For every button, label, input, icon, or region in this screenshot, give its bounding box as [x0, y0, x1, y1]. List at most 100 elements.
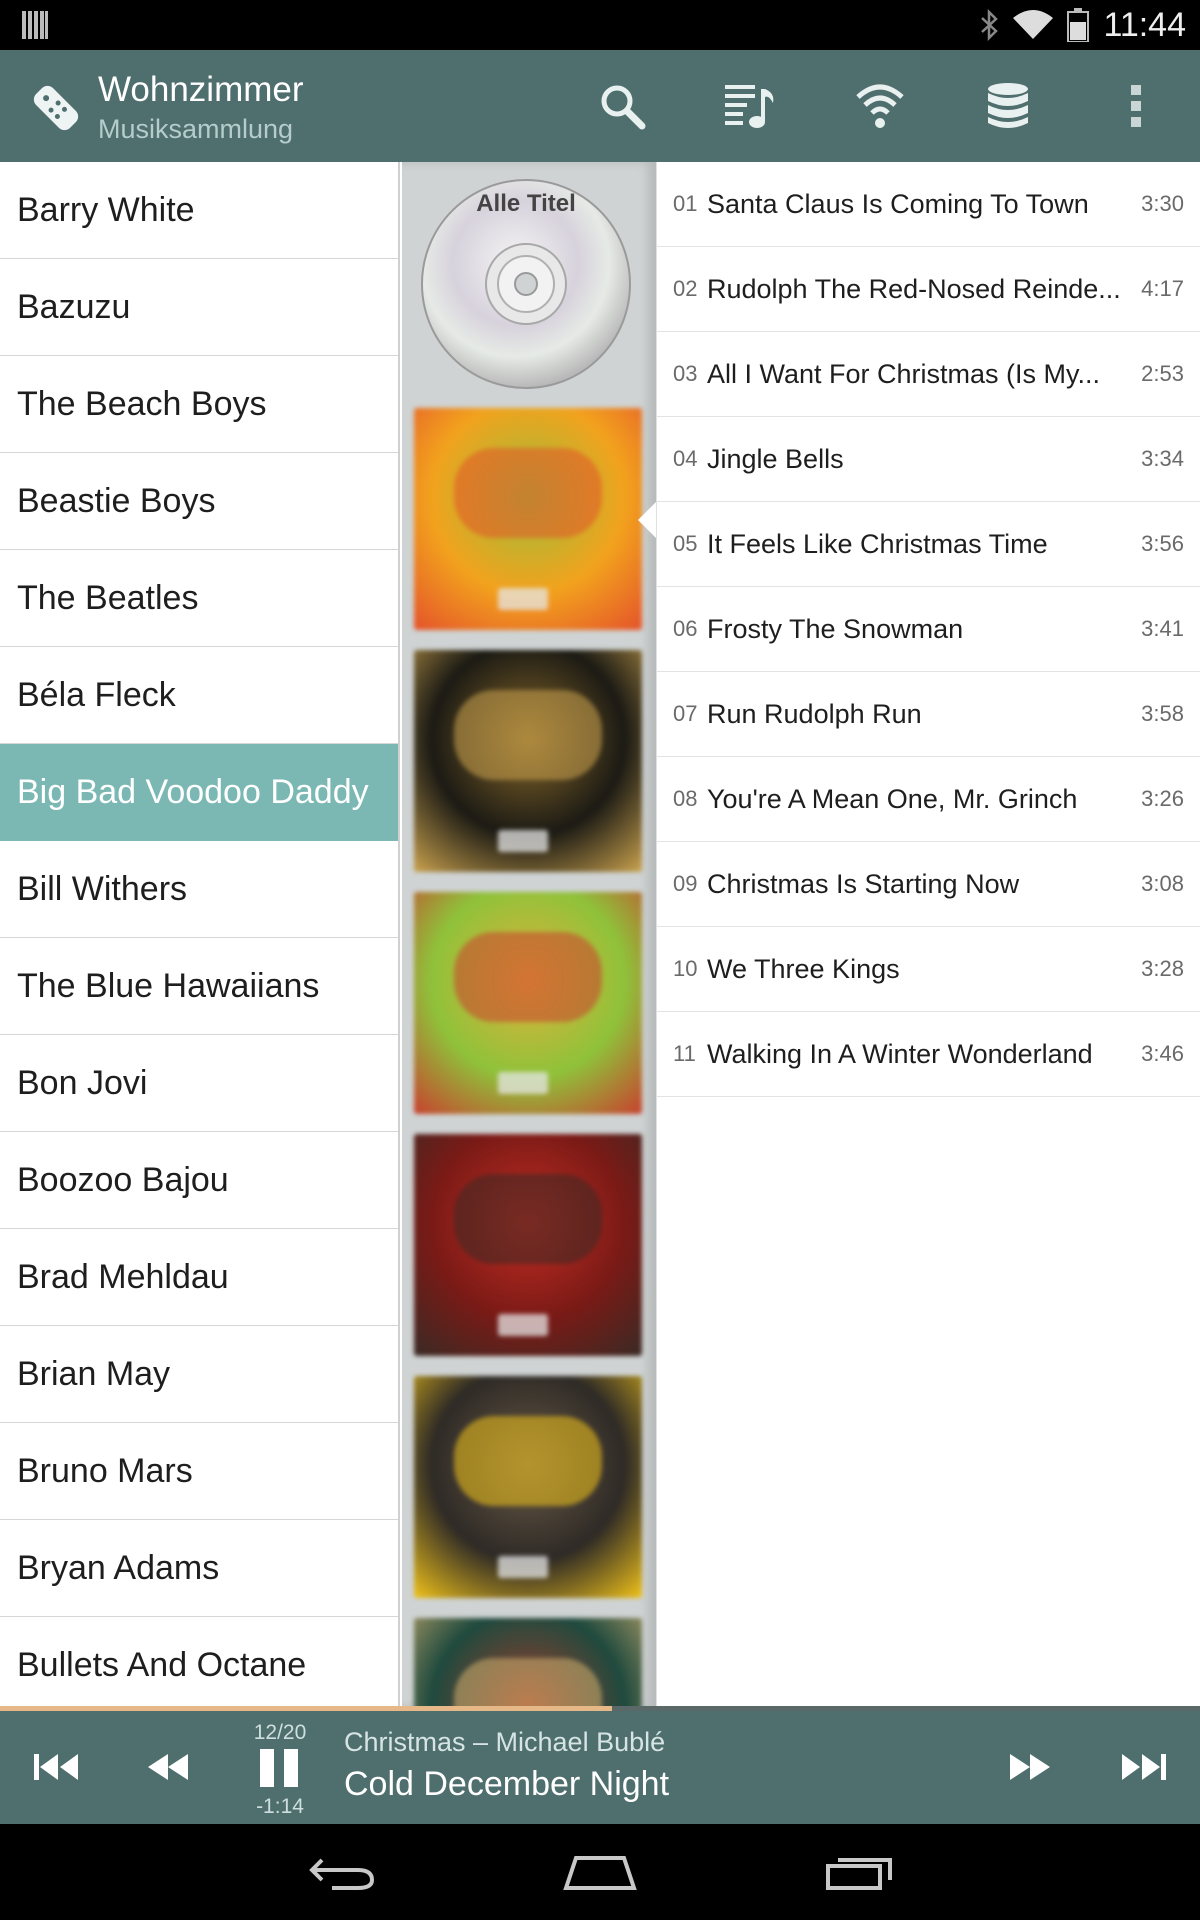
overflow-menu-button[interactable]: [1108, 78, 1164, 134]
track-title: Jingle Bells: [707, 443, 844, 474]
track-row[interactable]: 04 Jingle Bells 3:34: [657, 417, 1200, 502]
artist-item[interactable]: Bryan Adams: [0, 1520, 398, 1617]
skip-previous-button[interactable]: [26, 1739, 86, 1795]
app-title: Wohnzimmer: [98, 70, 304, 109]
artist-name: Brian May: [17, 1354, 171, 1393]
track-list[interactable]: 01 Santa Claus Is Coming To Town 3:30 02 Rud…: [656, 162, 1200, 1708]
track-duration: 3:30: [1141, 191, 1184, 216]
back-button[interactable]: [298, 1844, 388, 1900]
track-title: We Three Kings: [707, 953, 900, 984]
back-icon: [309, 1858, 375, 1890]
album-cover[interactable]: [414, 650, 642, 872]
wifi-button[interactable]: [852, 78, 908, 134]
pause-icon[interactable]: [256, 1747, 304, 1789]
artist-name: The Blue Hawaiians: [17, 966, 320, 1005]
artist-name: Barry White: [17, 190, 195, 229]
artist-item[interactable]: Beastie Boys: [0, 453, 398, 550]
artist-item[interactable]: Bon Jovi: [0, 1035, 398, 1132]
track-row[interactable]: 03 All I Want For Christmas (Is My... 2:53: [657, 332, 1200, 417]
track-number: 07: [673, 701, 698, 726]
all-titles-disc[interactable]: Alle Titel: [416, 170, 636, 390]
track-number: 11: [673, 1041, 696, 1066]
time-remaining: -1:14: [256, 1795, 304, 1818]
album-cover[interactable]: [414, 408, 642, 630]
artist-item[interactable]: Bill Withers: [0, 841, 398, 938]
track-title: Rudolph The Red-Nosed Reinde...: [707, 273, 1121, 304]
artist-name: Bryan Adams: [17, 1548, 220, 1587]
track-number: 03: [673, 361, 698, 386]
recents-icon: [826, 1858, 892, 1890]
track-row[interactable]: 07 Run Rudolph Run 3:58: [657, 672, 1200, 757]
artist-item[interactable]: Bazuzu: [0, 259, 398, 356]
artist-item[interactable]: Béla Fleck: [0, 647, 398, 744]
artist-item[interactable]: Barry White: [0, 162, 398, 259]
home-button[interactable]: [555, 1844, 645, 1900]
artist-name: Brad Mehldau: [17, 1257, 229, 1296]
track-duration: 3:08: [1141, 871, 1184, 896]
track-row[interactable]: 11 Walking In A Winter Wonderland 3:46: [657, 1012, 1200, 1097]
artist-item[interactable]: Bruno Mars: [0, 1423, 398, 1520]
track-title: Run Rudolph Run: [707, 698, 922, 729]
artist-name: Bullets And Octane: [17, 1645, 307, 1684]
track-row[interactable]: 01 Santa Claus Is Coming To Town 3:30: [657, 162, 1200, 247]
album-cover[interactable]: [414, 1618, 642, 1708]
track-number: 08: [673, 786, 698, 811]
library-button[interactable]: [980, 78, 1036, 134]
all-titles-label: Alle Titel: [476, 190, 576, 217]
now-playing-title: Cold December Night: [344, 1765, 670, 1803]
artist-item[interactable]: Big Bad Voodoo Daddy: [0, 744, 398, 841]
album-cover[interactable]: [414, 1376, 642, 1598]
track-row[interactable]: 10 We Three Kings 3:28: [657, 927, 1200, 1012]
home-icon: [563, 1856, 637, 1890]
album-cover[interactable]: [414, 892, 642, 1114]
track-row[interactable]: 05 It Feels Like Christmas Time 3:56: [657, 502, 1200, 587]
selection-pointer: [638, 500, 658, 540]
track-number: 10: [673, 956, 698, 981]
wifi-signal-icon: [1013, 10, 1054, 39]
artist-name: Boozoo Bajou: [17, 1160, 229, 1199]
search-button[interactable]: [594, 78, 650, 134]
app-subtitle: Musiksammlung: [98, 114, 294, 144]
track-duration: 3:56: [1141, 531, 1184, 556]
now-playing-album: Christmas – Michael Bublé: [344, 1727, 666, 1757]
artist-item[interactable]: Bullets And Octane: [0, 1617, 398, 1708]
artist-item[interactable]: The Beach Boys: [0, 356, 398, 453]
remote-icon[interactable]: [28, 80, 84, 136]
status-bar: 11:44: [0, 0, 1200, 50]
artist-item[interactable]: The Blue Hawaiians: [0, 938, 398, 1035]
system-nav-bar: [0, 1824, 1200, 1920]
rewind-icon: [148, 1754, 188, 1780]
track-row[interactable]: 06 Frosty The Snowman 3:41: [657, 587, 1200, 672]
artist-item[interactable]: The Beatles: [0, 550, 398, 647]
skip-previous-icon: [34, 1754, 78, 1780]
artist-item[interactable]: Brad Mehldau: [0, 1229, 398, 1326]
app-bar: Wohnzimmer Musiksammlung: [0, 50, 1200, 162]
track-row[interactable]: 08 You're A Mean One, Mr. Grinch 3:26: [657, 757, 1200, 842]
notification-icon: [22, 11, 48, 39]
fast-forward-icon: [1010, 1754, 1050, 1780]
artist-item[interactable]: Brian May: [0, 1326, 398, 1423]
track-number: 09: [673, 871, 698, 896]
recents-button[interactable]: [814, 1844, 904, 1900]
album-cover[interactable]: [414, 1134, 642, 1356]
queue-music-icon: [725, 85, 774, 128]
artist-name: Bill Withers: [17, 869, 188, 908]
track-duration: 3:28: [1141, 956, 1184, 981]
wifi-icon: [856, 84, 904, 128]
artist-name: The Beatles: [17, 578, 199, 617]
database-icon: [988, 83, 1028, 128]
queue-button[interactable]: [722, 78, 778, 134]
artist-list[interactable]: Barry White Bazuzu The Beach Boys Beastie B…: [0, 162, 400, 1708]
track-row[interactable]: 02 Rudolph The Red-Nosed Reinde... 4:17: [657, 247, 1200, 332]
artist-name: Beastie Boys: [17, 481, 216, 520]
fast-forward-button[interactable]: [1000, 1739, 1060, 1795]
rewind-button[interactable]: [138, 1739, 198, 1795]
track-title: Walking In A Winter Wonderland: [707, 1038, 1093, 1069]
track-number: 05: [673, 531, 698, 556]
track-row[interactable]: 09 Christmas Is Starting Now 3:08: [657, 842, 1200, 927]
album-strip[interactable]: Alle Titel: [402, 162, 656, 1708]
artist-item[interactable]: Boozoo Bajou: [0, 1132, 398, 1229]
artist-name: Bazuzu: [17, 287, 131, 326]
track-number: 01: [673, 191, 698, 216]
skip-next-button[interactable]: [1114, 1739, 1174, 1795]
